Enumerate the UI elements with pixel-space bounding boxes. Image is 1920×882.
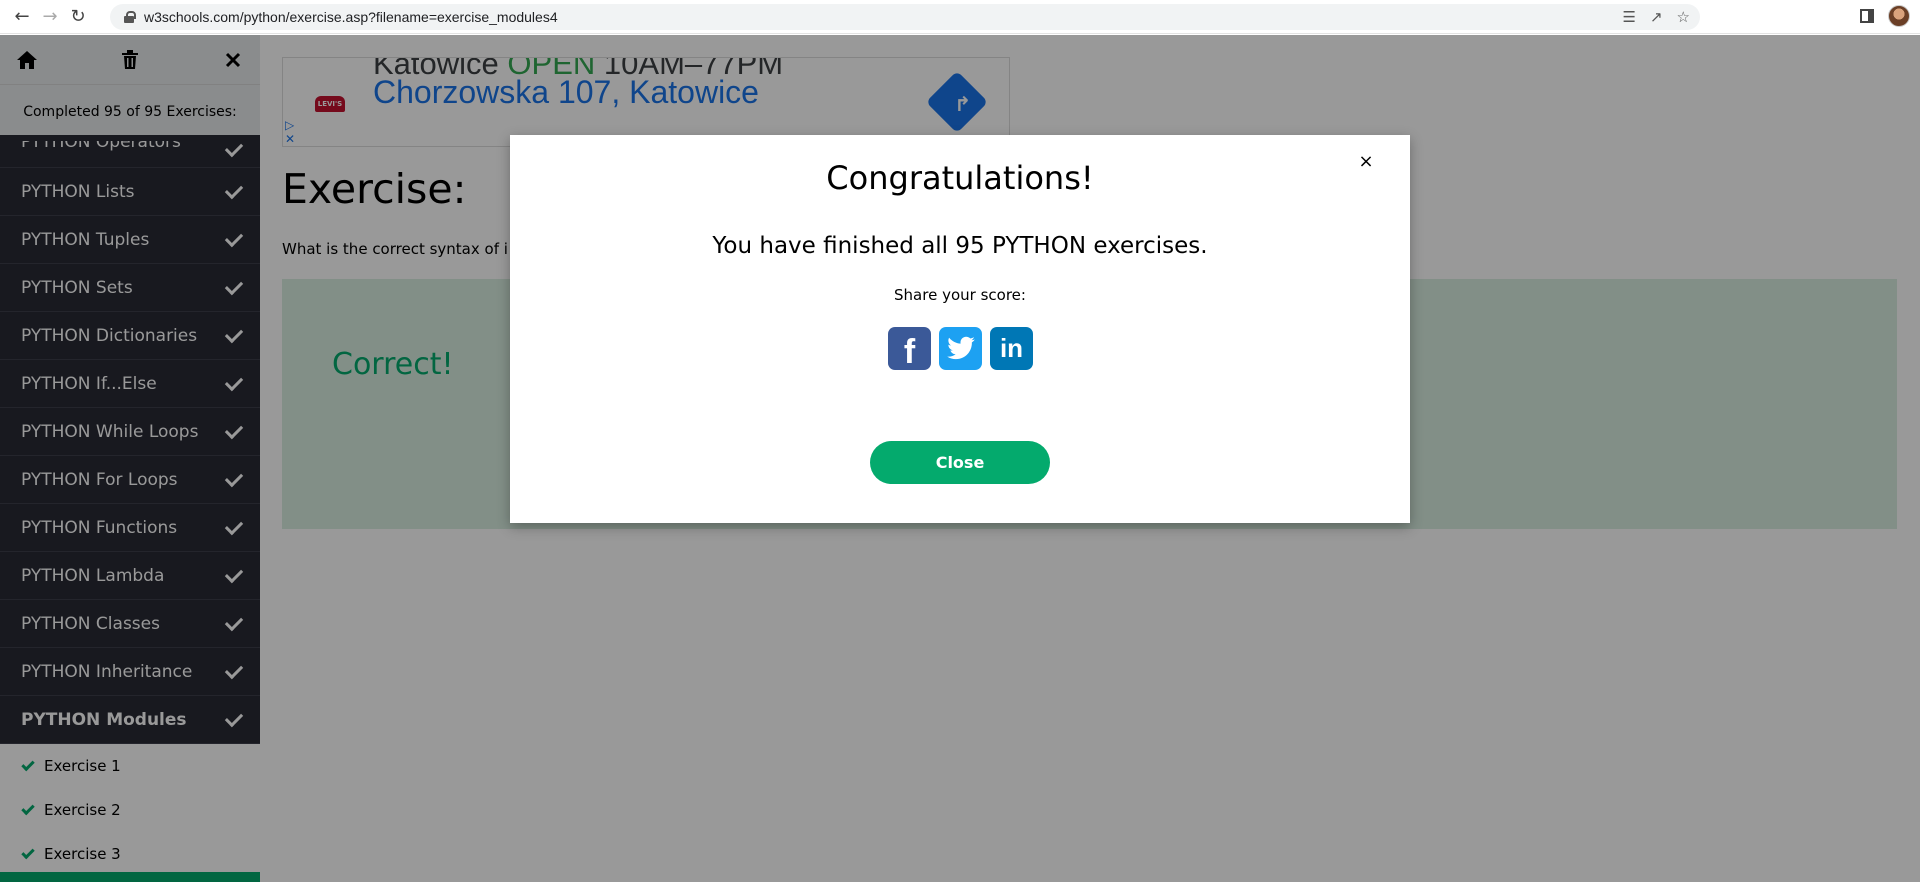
- linkedin-icon[interactable]: in: [990, 327, 1033, 370]
- facebook-icon[interactable]: f: [888, 327, 931, 371]
- side-panel-icon[interactable]: [1860, 9, 1874, 23]
- share-label: Share your score:: [894, 286, 1026, 304]
- close-button[interactable]: Close: [870, 441, 1050, 484]
- translate-icon[interactable]: ☰: [1623, 8, 1636, 26]
- back-arrow-icon[interactable]: ←: [8, 3, 36, 31]
- lock-icon: [124, 11, 136, 23]
- address-bar[interactable]: w3schools.com/python/exercise.asp?filena…: [110, 4, 1700, 30]
- share-icon[interactable]: ↗: [1650, 8, 1663, 26]
- forward-arrow-icon[interactable]: →: [36, 3, 64, 31]
- modal-title: Congratulations!: [826, 159, 1094, 197]
- modal-message: You have finished all 95 PYTHON exercise…: [712, 233, 1208, 259]
- twitter-icon[interactable]: [939, 327, 982, 370]
- url-text: w3schools.com/python/exercise.asp?filena…: [144, 9, 558, 25]
- reload-icon[interactable]: ↻: [64, 3, 92, 31]
- congratulations-modal: × Congratulations! You have finished all…: [510, 135, 1410, 523]
- share-buttons: f in: [888, 327, 1033, 371]
- browser-toolbar: ← → ↻ w3schools.com/python/exercise.asp?…: [0, 0, 1920, 34]
- bookmark-star-icon[interactable]: ☆: [1677, 8, 1690, 26]
- profile-avatar[interactable]: [1888, 5, 1910, 27]
